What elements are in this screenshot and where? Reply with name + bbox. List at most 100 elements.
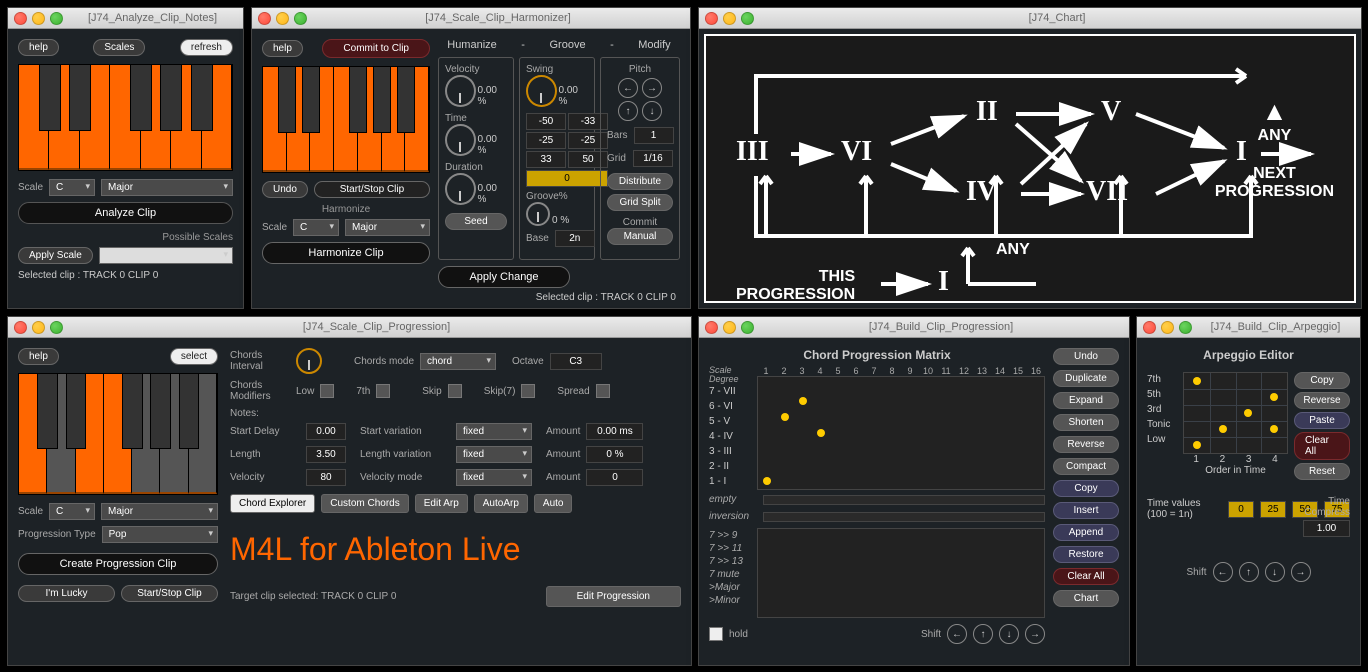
titlebar[interactable]: [J74_Scale_Clip_Progression]: [8, 317, 691, 338]
titlebar[interactable]: [J74_Chart]: [699, 8, 1361, 29]
help-button[interactable]: help: [18, 348, 59, 365]
commit-button[interactable]: Commit to Clip: [322, 39, 430, 58]
arp-dot[interactable]: [1219, 425, 1227, 433]
select-button[interactable]: select: [170, 348, 218, 365]
shift-left-button[interactable]: ←: [947, 624, 967, 644]
duration-knob[interactable]: [445, 173, 476, 205]
append-button[interactable]: Append: [1053, 524, 1119, 541]
zoom-icon[interactable]: [741, 321, 754, 334]
copy-button[interactable]: Copy: [1053, 480, 1119, 497]
mode-select[interactable]: Major: [101, 179, 233, 196]
pitch-down-button[interactable]: ↓: [642, 101, 662, 121]
close-icon[interactable]: [705, 321, 718, 334]
reset-button[interactable]: Reset: [1294, 463, 1350, 480]
apply-change-button[interactable]: Apply Change: [438, 266, 570, 288]
undo-button[interactable]: Undo: [262, 181, 308, 198]
manual-button[interactable]: Manual: [607, 228, 673, 245]
apply-scale-button[interactable]: Apply Scale: [18, 247, 93, 264]
help-button[interactable]: help: [18, 39, 59, 56]
swing-cell[interactable]: 33: [526, 151, 566, 168]
shift-right-button[interactable]: →: [1291, 562, 1311, 582]
arp-dot[interactable]: [1193, 377, 1201, 385]
minimize-icon[interactable]: [723, 321, 736, 334]
mode-select[interactable]: Major: [101, 503, 218, 520]
shift-right-button[interactable]: →: [1025, 624, 1045, 644]
restore-button[interactable]: Restore: [1053, 546, 1119, 563]
octave-value[interactable]: C3: [550, 353, 602, 370]
hold-checkbox[interactable]: [709, 627, 723, 641]
time-knob[interactable]: [445, 124, 476, 156]
arp-dot[interactable]: [1193, 441, 1201, 449]
zoom-icon[interactable]: [50, 12, 63, 25]
pitch-left-button[interactable]: ←: [618, 78, 638, 98]
amount3-value[interactable]: 0: [586, 469, 643, 486]
root-select[interactable]: C: [49, 179, 95, 196]
reverse-button[interactable]: Reverse: [1053, 436, 1119, 453]
matrix-dot[interactable]: [781, 413, 789, 421]
gridsplit-button[interactable]: Grid Split: [607, 194, 673, 211]
timecompress-value[interactable]: 1.00: [1303, 520, 1350, 537]
custom-chords-button[interactable]: Custom Chords: [321, 494, 408, 513]
minimize-icon[interactable]: [276, 12, 289, 25]
arp-dot[interactable]: [1270, 425, 1278, 433]
amount1-value[interactable]: 0.00 ms: [586, 423, 643, 440]
pitch-right-button[interactable]: →: [642, 78, 662, 98]
arp-matrix[interactable]: [1183, 372, 1288, 454]
edit-progression-button[interactable]: Edit Progression: [546, 586, 681, 607]
spread-checkbox[interactable]: [596, 384, 610, 398]
auto-arp-button[interactable]: AutoArp: [474, 494, 528, 513]
swing-cell-active[interactable]: 0: [526, 170, 608, 187]
minimize-icon[interactable]: [1161, 321, 1174, 334]
seed-button[interactable]: Seed: [445, 213, 507, 230]
low-checkbox[interactable]: [320, 384, 334, 398]
shift-up-button[interactable]: ↑: [973, 624, 993, 644]
velocity-value[interactable]: 80: [306, 469, 346, 486]
7th-checkbox[interactable]: [376, 384, 390, 398]
clear-all-button[interactable]: Clear All: [1053, 568, 1119, 585]
empty-strip[interactable]: [763, 495, 1045, 505]
help-button[interactable]: help: [262, 40, 303, 57]
swing-knob[interactable]: [526, 75, 557, 107]
titlebar[interactable]: [J74_Build_Clip_Progression]: [699, 317, 1129, 338]
close-icon[interactable]: [1143, 321, 1156, 334]
root-select[interactable]: C: [49, 503, 95, 520]
matrix-dot[interactable]: [817, 429, 825, 437]
close-icon[interactable]: [14, 12, 27, 25]
analyze-clip-button[interactable]: Analyze Clip: [18, 202, 233, 224]
close-icon[interactable]: [258, 12, 271, 25]
close-icon[interactable]: [14, 321, 27, 334]
zoom-icon[interactable]: [50, 321, 63, 334]
titlebar[interactable]: [J74_Scale_Clip_Harmonizer]: [252, 8, 690, 29]
close-icon[interactable]: [705, 12, 718, 25]
zoom-icon[interactable]: [741, 12, 754, 25]
startstop-button[interactable]: Start/Stop Clip: [121, 585, 218, 602]
shift-down-button[interactable]: ↓: [999, 624, 1019, 644]
arp-dot[interactable]: [1244, 409, 1252, 417]
extension-matrix[interactable]: [757, 528, 1045, 618]
edit-arp-button[interactable]: Edit Arp: [415, 494, 468, 513]
shorten-button[interactable]: Shorten: [1053, 414, 1119, 431]
progression-matrix[interactable]: [757, 376, 1045, 490]
amount2-value[interactable]: 0 %: [586, 446, 643, 463]
reverse-button[interactable]: Reverse: [1294, 392, 1350, 409]
inversion-strip[interactable]: [763, 512, 1045, 522]
titlebar[interactable]: [J74_Build_Clip_Arpeggio]: [1137, 317, 1360, 338]
startvar-select[interactable]: fixed: [456, 423, 532, 440]
lucky-button[interactable]: I'm Lucky: [18, 585, 115, 602]
duplicate-button[interactable]: Duplicate: [1053, 370, 1119, 387]
skip-checkbox[interactable]: [448, 384, 462, 398]
shift-left-button[interactable]: ←: [1213, 562, 1233, 582]
minimize-icon[interactable]: [723, 12, 736, 25]
bars-value[interactable]: 1: [634, 127, 674, 144]
swing-cell[interactable]: -50: [526, 113, 566, 130]
mode-select[interactable]: Major: [345, 219, 430, 236]
root-select[interactable]: C: [293, 219, 339, 236]
chart-button[interactable]: Chart: [1053, 590, 1119, 607]
tv0[interactable]: 0: [1228, 501, 1254, 518]
progtype-select[interactable]: Pop: [102, 526, 218, 543]
compact-button[interactable]: Compact: [1053, 458, 1119, 475]
pitch-up-button[interactable]: ↑: [618, 101, 638, 121]
distribute-button[interactable]: Distribute: [607, 173, 673, 190]
velocity-knob[interactable]: [445, 75, 476, 107]
zoom-icon[interactable]: [294, 12, 307, 25]
